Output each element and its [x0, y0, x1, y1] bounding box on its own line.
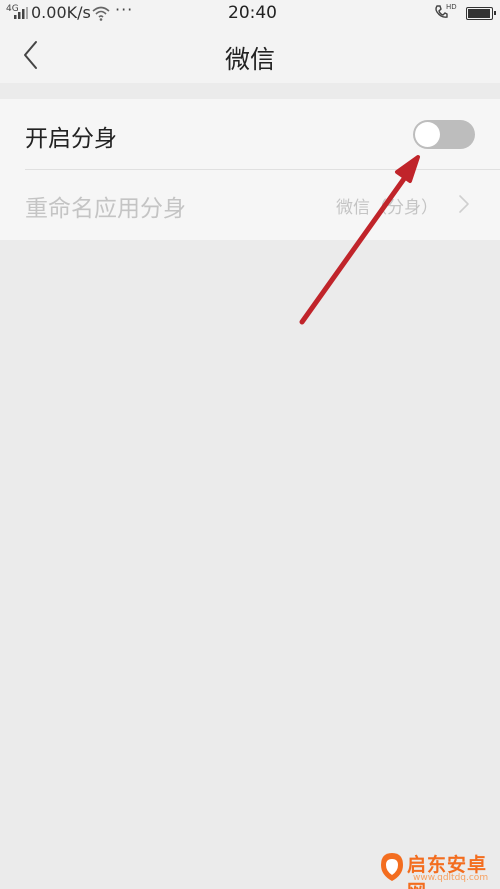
hd-indicator: HD: [446, 3, 457, 11]
screen: 4G 0.00K/s ··· 20:40 HD 微信 开启分身 重命名应用分身 …: [0, 0, 500, 889]
rename-clone-label: 重命名应用分身: [25, 196, 186, 222]
rename-clone-value: 微信（分身）: [336, 198, 438, 218]
watermark-url: www.qdltdq.com: [413, 873, 489, 883]
page-title: 微信: [224, 45, 275, 74]
status-bar: 4G 0.00K/s ··· 20:40 HD: [0, 0, 500, 28]
rename-clone-row[interactable]: 重命名应用分身 微信（分身）: [0, 169, 500, 239]
settings-list: 开启分身 重命名应用分身 微信（分身）: [0, 99, 500, 240]
more-notifications-icon: ···: [115, 0, 134, 19]
watermark-name: 启东安卓网: [407, 854, 488, 889]
enable-clone-row[interactable]: 开启分身: [0, 99, 500, 169]
chevron-right-icon: [459, 195, 469, 213]
battery-icon: [466, 7, 496, 20]
enable-clone-toggle[interactable]: [413, 120, 475, 149]
watermark: 启东安卓网 www.qdltdq.com: [361, 847, 500, 889]
title-bar: 微信: [0, 28, 500, 83]
watermark-logo-icon: [381, 853, 403, 881]
enable-clone-label: 开启分身: [25, 126, 117, 152]
wifi-icon: [92, 6, 110, 21]
toggle-knob: [415, 122, 440, 147]
network-speed: 0.00K/s: [31, 3, 91, 22]
signal-icon: [14, 7, 28, 19]
clock: 20:40: [228, 3, 277, 23]
